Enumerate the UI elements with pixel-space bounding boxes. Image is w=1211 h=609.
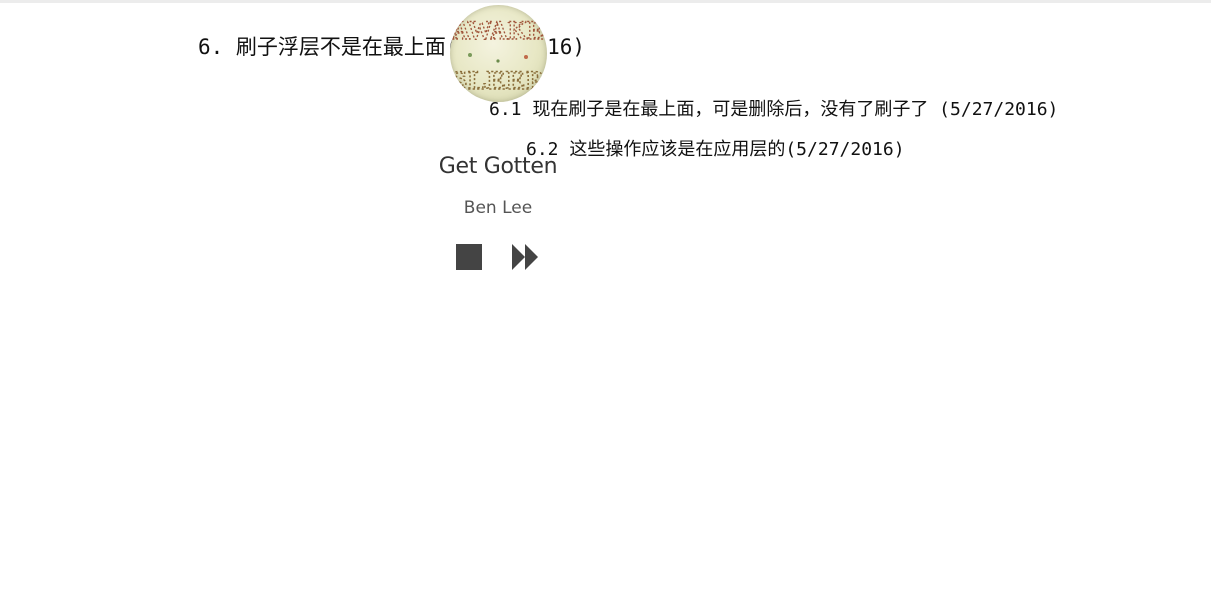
album-art: AWAKE SLEEP (450, 5, 547, 102)
page: 6. 刷子浮层不是在最上面(5/27/2016) AWAKE SLEEP 6.1… (0, 0, 1211, 609)
fast-forward-icon (512, 244, 538, 270)
stop-icon (456, 244, 482, 270)
album-art-graphic: AWAKE SLEEP (450, 15, 544, 95)
fast-forward-button[interactable] (508, 240, 542, 274)
note-sub-1: 6.1 现在刷子是在最上面，可是删除后，没有了刷子了 (5/27/2016) (489, 99, 1059, 120)
stop-button[interactable] (452, 240, 486, 274)
album-art-word-top: AWAKE (452, 16, 544, 45)
track-title: Get Gotten (438, 154, 558, 179)
album-art-word-bottom: SLEEP (451, 66, 543, 95)
top-divider (0, 0, 1211, 3)
track-artist: Ben Lee (463, 198, 533, 218)
